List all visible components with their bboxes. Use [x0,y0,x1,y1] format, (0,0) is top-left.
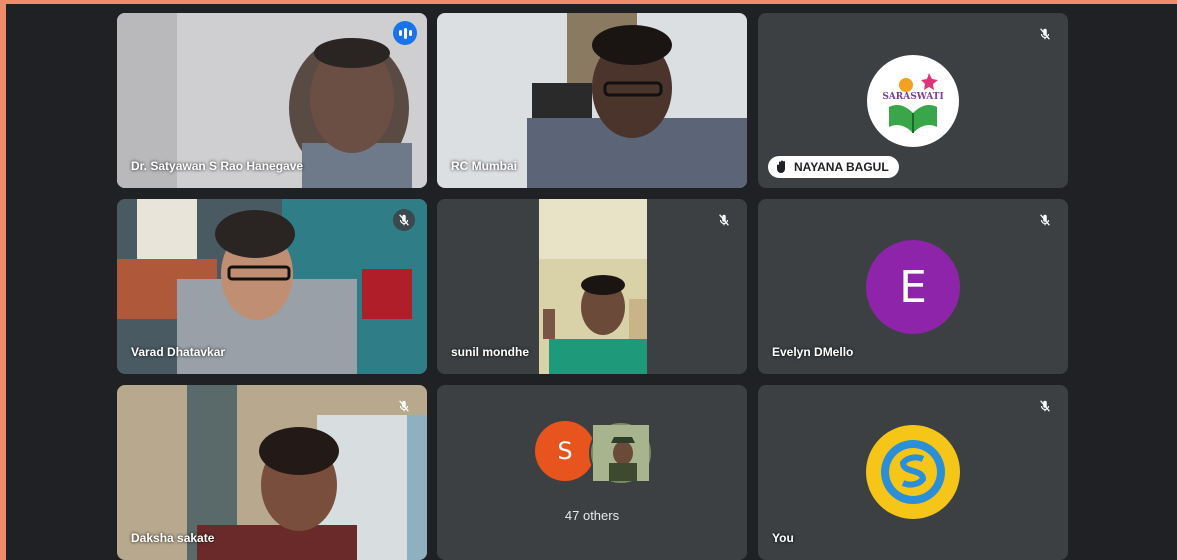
participant-name: NAYANA BAGUL [794,160,889,174]
mic-off-icon [1034,209,1056,231]
video-feed [539,199,647,374]
participant-tile-nayana[interactable]: SARASWATI NAYANA BAGUL [758,13,1068,188]
avatar-letter: E [866,240,960,334]
mic-off-icon [393,209,415,231]
mic-off-icon [393,395,415,417]
saraswati-logo: SARASWATI [867,55,959,147]
participant-tile-daksha[interactable]: Daksha sakate [117,385,427,560]
participant-tile-rc-mumbai[interactable]: RC Mumbai [437,13,747,188]
avatar-letter: S [535,421,595,481]
participant-tile-varad[interactable]: Varad Dhatavkar [117,199,427,374]
participant-name: Evelyn DMello [772,345,854,359]
raised-hand-icon [777,160,785,173]
participant-tile-you[interactable]: You [758,385,1068,560]
participant-name: sunil mondhe [451,345,529,359]
window-left-edge [0,0,6,560]
mic-off-icon [1034,395,1056,417]
profile-logo-avatar [866,425,960,519]
window-top-edge [0,0,1177,4]
participant-name: Daksha sakate [131,531,215,545]
participant-tile-others[interactable]: S 47 others [437,385,747,560]
participant-tile-satyawan[interactable]: Dr. Satyawan S Rao Hanegave [117,13,427,188]
participant-name: Dr. Satyawan S Rao Hanegave [131,159,304,173]
participant-photo-avatar [589,421,653,485]
participant-tile-sunil[interactable]: sunil mondhe [437,199,747,374]
mic-off-icon [713,209,735,231]
participant-name: You [772,531,794,545]
participant-name: RC Mumbai [451,159,517,173]
participant-tile-evelyn[interactable]: E Evelyn DMello [758,199,1068,374]
participant-name-pill: NAYANA BAGUL [768,156,899,178]
participant-name: Varad Dhatavkar [131,345,226,359]
speaking-indicator-icon [393,21,417,45]
logo-text: SARASWATI [882,92,943,102]
others-count-label: 47 others [564,508,620,523]
mic-off-icon [1034,23,1056,45]
